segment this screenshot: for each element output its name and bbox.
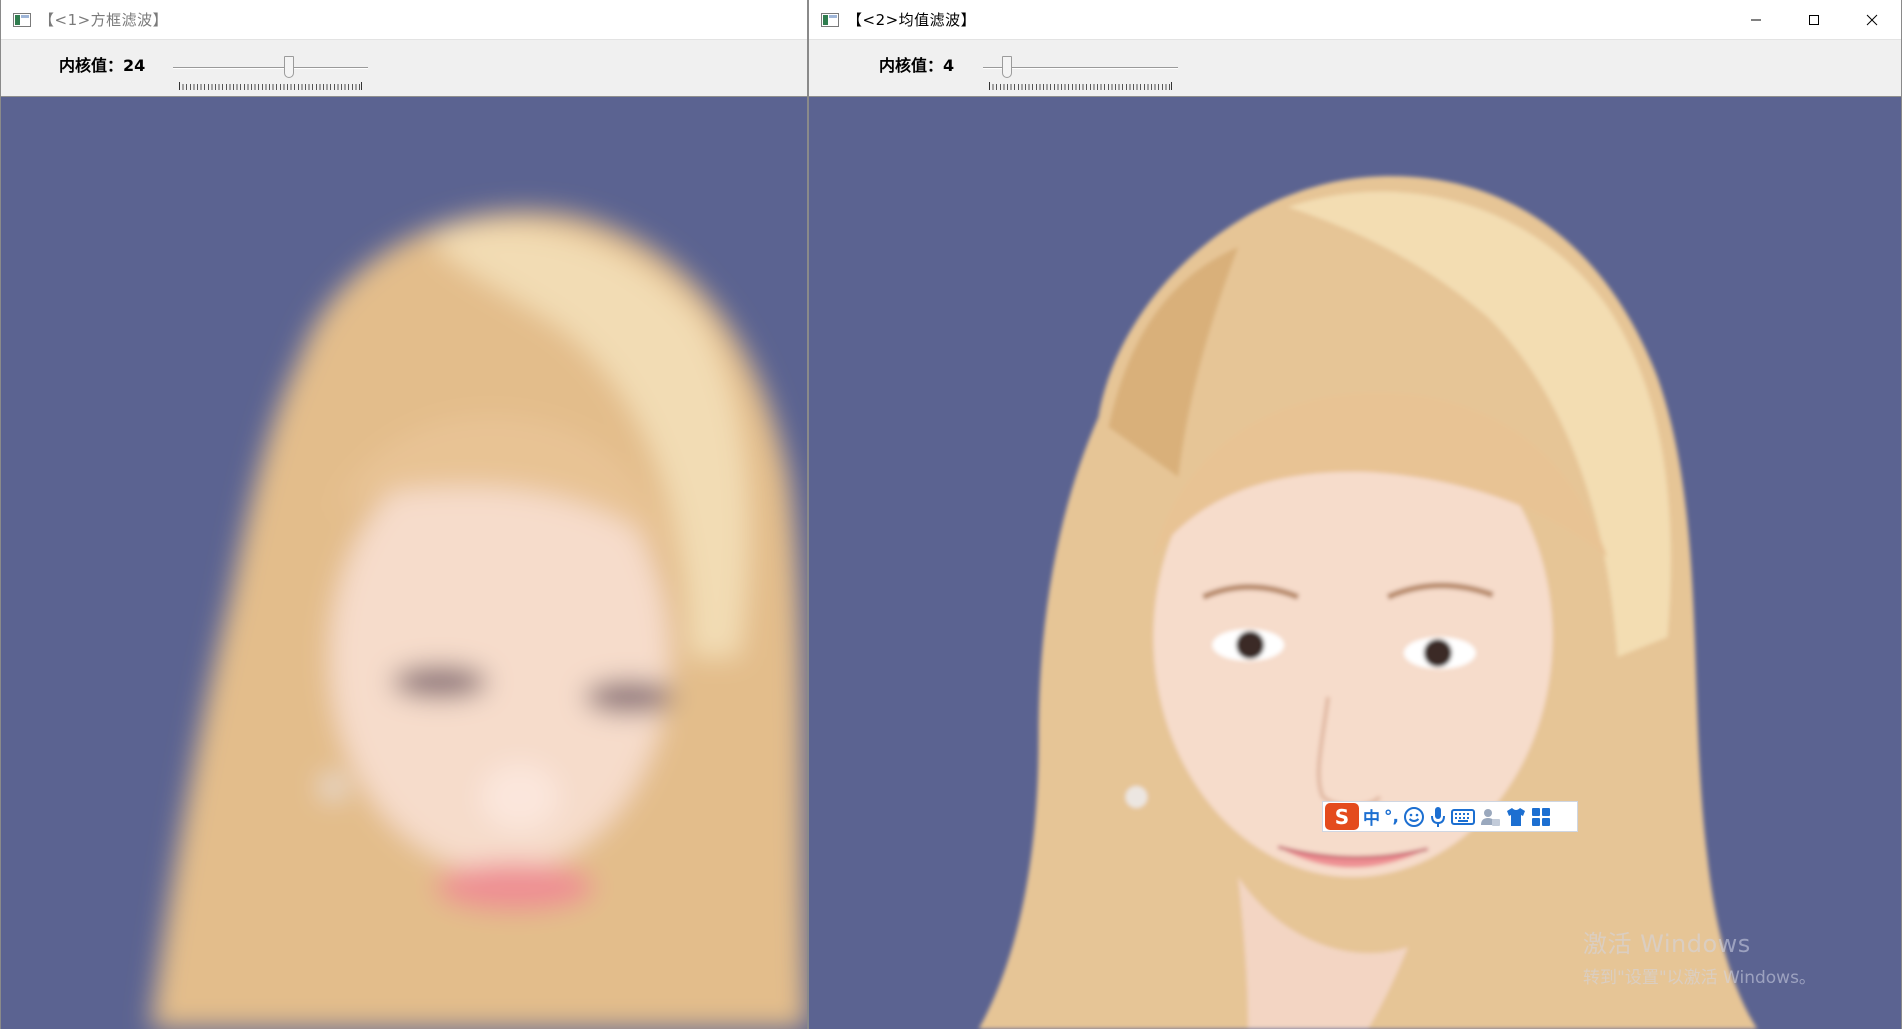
trackbar-panel: 内核值：4 (809, 40, 1901, 97)
close-button[interactable] (1843, 0, 1901, 40)
window-titlebar[interactable]: 【<2>均值滤波】 (809, 0, 1901, 40)
minimize-icon (1751, 19, 1761, 21)
keyboard-icon[interactable] (1450, 803, 1475, 830)
trackbar-label-group: 内核值：24 (59, 52, 145, 76)
blurred-portrait-image (1, 97, 807, 1029)
trackbar-thumb[interactable] (284, 56, 294, 78)
opencv-window-icon (13, 12, 31, 27)
window-box-filter[interactable]: 【<1>方框滤波】 内核值：24 (0, 0, 808, 1029)
trackbar-track (173, 67, 368, 69)
ime-logo[interactable]: S (1325, 803, 1359, 830)
user-icon[interactable] (1479, 803, 1501, 830)
maximize-icon (1809, 15, 1819, 25)
maximize-button[interactable] (1785, 0, 1843, 40)
kernel-size-trackbar[interactable] (173, 50, 368, 90)
ime-toolbar[interactable]: S 中 °, (1322, 801, 1578, 832)
window-title: 【<1>方框滤波】 (39, 11, 169, 29)
trackbar-ticks (989, 82, 1172, 90)
trackbar-track (983, 67, 1178, 69)
emoji-icon[interactable] (1403, 803, 1425, 830)
trackbar-separator: ： (927, 56, 944, 75)
window-mean-filter[interactable]: 【<2>均值滤波】 内核值：4 (808, 0, 1902, 1029)
skin-icon[interactable] (1505, 803, 1527, 830)
trackbar-separator: ： (107, 56, 124, 75)
trackbar-ticks (179, 82, 362, 90)
image-canvas (1, 97, 807, 1029)
close-icon (1866, 14, 1878, 26)
trackbar-value: 4 (943, 56, 955, 75)
trackbar-value: 24 (123, 56, 146, 75)
minimize-button[interactable] (1727, 0, 1785, 40)
caption-buttons (1727, 0, 1901, 40)
trackbar-label: 内核值 (879, 56, 928, 75)
window-title: 【<2>均值滤波】 (847, 11, 977, 29)
kernel-size-trackbar[interactable] (983, 50, 1178, 90)
window-titlebar[interactable]: 【<1>方框滤波】 (1, 0, 807, 40)
grid-icon[interactable] (1531, 803, 1551, 830)
ime-mode-toggle[interactable]: 中 (1363, 803, 1380, 830)
microphone-icon[interactable] (1429, 803, 1447, 830)
image-canvas (809, 97, 1901, 1029)
trackbar-thumb[interactable] (1002, 56, 1012, 78)
opencv-window-icon (821, 12, 839, 27)
trackbar-label-group: 内核值：4 (879, 52, 954, 76)
portrait-image (809, 97, 1901, 1029)
ime-punctuation-toggle[interactable]: °, (1384, 803, 1399, 830)
trackbar-panel: 内核值：24 (1, 40, 807, 97)
trackbar-label: 内核值 (59, 56, 108, 75)
